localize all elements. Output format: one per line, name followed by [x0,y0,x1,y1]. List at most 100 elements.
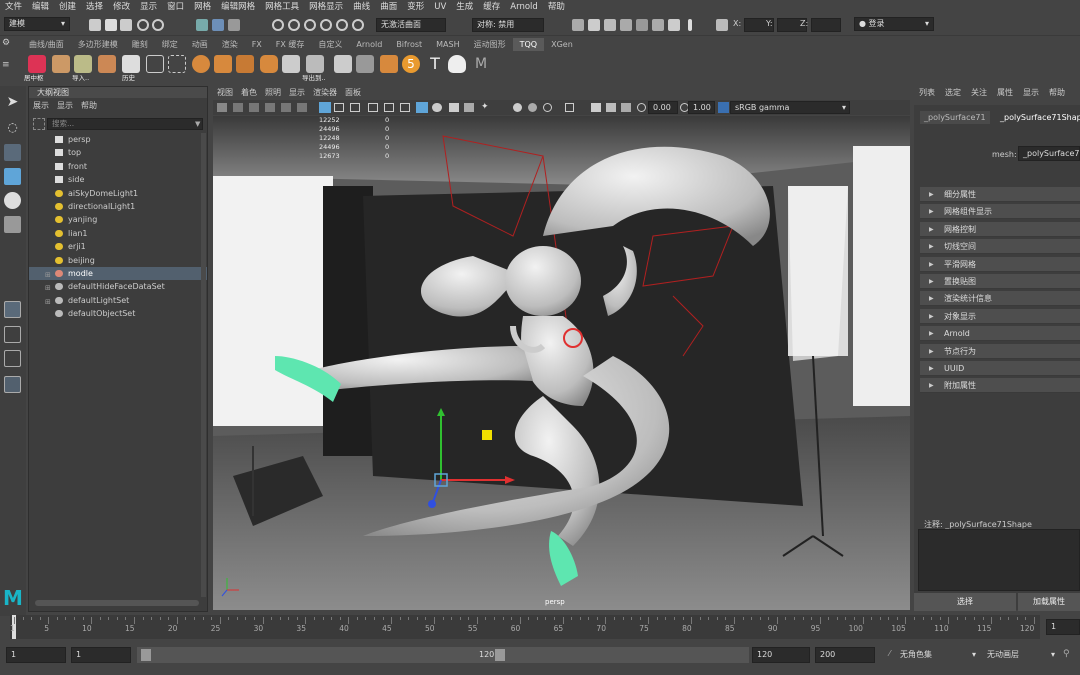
menu-item-10[interactable]: 网格显示 [304,0,348,14]
lasso-tool-icon[interactable]: ◌ [4,119,21,136]
attribute-menu-item[interactable]: 帮助 [1044,86,1070,99]
shelf-tab[interactable]: 雕刻 [125,38,155,51]
live-surface-field[interactable]: 无激活曲面 [376,18,446,32]
select-component-icon[interactable] [228,19,240,31]
skull-icon[interactable] [448,55,466,73]
viewport-menu-item[interactable]: 着色 [237,86,261,99]
cube-icon[interactable] [98,55,116,73]
four-view-layout-icon[interactable] [4,326,21,343]
snap-view-icon[interactable] [320,19,332,31]
isolate-select-icon[interactable] [591,103,601,112]
new-scene-icon[interactable] [89,19,101,31]
center-pivot-icon[interactable] [28,55,46,73]
time-slider[interactable]: 1 5 10 15 20 25 30 35 40 45 50 55 60 65 70 75 80 85 90 95 10… [10,615,1040,639]
menu-item-12[interactable]: 曲面 [375,0,402,14]
export-icon[interactable] [306,55,324,73]
symmetry-dropdown[interactable]: 对称: 禁用 [472,18,544,32]
xray-joints-icon[interactable] [621,103,631,112]
shelf-menu-icon[interactable]: ≡ [2,60,16,70]
snap-point-icon[interactable] [304,19,316,31]
paint-icon[interactable] [380,55,398,73]
outliner-item[interactable]: side [29,173,207,186]
undo-icon[interactable] [137,19,149,31]
range-end-handle[interactable] [495,649,505,661]
gate-mask-icon[interactable] [368,103,378,112]
viewport-menu-item[interactable]: 渲染器 [309,86,341,99]
playback-start-field[interactable]: 1 [71,647,131,663]
outliner-menu-display[interactable]: 展示 [29,100,53,111]
object-details-icon[interactable] [716,19,728,31]
outliner-item[interactable]: erji1 [29,240,207,253]
attribute-menu-item[interactable]: 显示 [1018,86,1044,99]
box-icon[interactable] [214,55,232,73]
playblast-icon[interactable] [668,19,680,31]
menu-item-2[interactable]: 创建 [54,0,81,14]
z-arrow-icon[interactable] [428,500,436,508]
shelf-tab[interactable]: 运动图形 [467,38,513,51]
resolution-gate-icon[interactable] [350,103,360,112]
snap-pivot-icon[interactable] [352,19,364,31]
outliner-item[interactable]: top [29,146,207,159]
import-icon[interactable] [74,55,92,73]
bulb-icon[interactable]: ✦ [481,103,491,112]
color-management-icon[interactable] [718,102,729,113]
snap-surface-icon[interactable] [336,19,348,31]
shelf-tab[interactable]: 渲染 [215,38,245,51]
colorspace-dropdown[interactable]: sRGB gamma ▾ [730,101,850,114]
filter-icon[interactable] [33,118,45,130]
outliner-item[interactable]: lian1 [29,227,207,240]
attribute-section[interactable]: 切线空间 [920,239,1080,255]
move-tool-icon[interactable] [4,168,21,185]
current-frame-field[interactable]: 1 [1046,619,1080,635]
outliner-item[interactable]: defaultObjectSet [29,307,207,320]
anim-start-field[interactable]: 1 [6,647,66,663]
outliner-item[interactable]: yanjing [29,213,207,226]
bookmark-icon[interactable] [249,103,259,112]
outliner-item[interactable]: ⊞ modle [29,267,207,280]
outliner-item[interactable]: aiSkyDomeLight1 [29,187,207,200]
torus-icon[interactable] [260,55,278,73]
attribute-menu-item[interactable]: 选定 [940,86,966,99]
pivot-marker[interactable] [482,430,492,440]
range-slider[interactable]: 120 [137,647,749,663]
perspective-viewport[interactable]: 12252 0 24496 0 12248 0 24496 0 12673 0 persp [213,116,910,610]
menu-item-9[interactable]: 网格工具 [260,0,304,14]
shelf-tab[interactable]: TQQ [512,38,545,51]
film-gate-icon[interactable] [334,103,344,112]
outliner-menu-help[interactable]: 帮助 [77,100,101,111]
shelf-tab[interactable]: 自定义 [311,38,349,51]
outliner-horizontal-scrollbar[interactable] [35,600,199,606]
menu-item-18[interactable]: 帮助 [543,0,570,14]
redo-icon[interactable] [152,19,164,31]
select-hierarchy-icon[interactable] [196,19,208,31]
character-icon[interactable]: ⚲ [1063,649,1070,659]
2d-pan-icon[interactable] [281,103,291,112]
attribute-menu-item[interactable]: 关注 [966,86,992,99]
hypershade-icon[interactable] [636,19,648,31]
scale-tool-icon[interactable] [4,216,21,233]
shelf-options[interactable]: ⚙ ≡ [2,38,16,84]
attribute-section[interactable]: 细分属性 [920,187,1080,202]
outliner-item[interactable]: ⊞ defaultHideFaceDataSet [29,280,207,293]
outliner-layout-icon[interactable] [4,376,21,393]
ipr-render-icon[interactable] [604,19,616,31]
outliner-item[interactable]: persp [29,133,207,146]
shelf-tab[interactable]: FX [245,38,269,51]
exposure-field[interactable]: 0.00 [648,101,678,114]
attribute-section[interactable]: 对象显示 [920,308,1080,324]
tab-polysurface-shape[interactable]: _polySurface71Shape [996,111,1080,124]
maya-m-icon[interactable]: M [472,55,490,73]
rotate-tool-icon[interactable] [4,192,21,209]
save-scene-icon[interactable] [120,19,132,31]
gamma-field[interactable]: 1.00 [688,101,715,114]
single-perspective-layout-icon[interactable] [4,301,21,318]
attribute-section[interactable]: 节点行为 [920,343,1080,359]
t-pose-icon[interactable]: T [426,55,444,73]
menu-item-11[interactable]: 曲线 [348,0,375,14]
attribute-section[interactable]: 置换贴图 [920,274,1080,289]
shelf-tab[interactable]: MASH [429,38,466,51]
menu-item-15[interactable]: 生成 [451,0,478,14]
menu-item-1[interactable]: 编辑 [27,0,54,14]
select-object-icon[interactable] [212,19,224,31]
select-tool-icon[interactable]: ➤ [4,94,21,111]
